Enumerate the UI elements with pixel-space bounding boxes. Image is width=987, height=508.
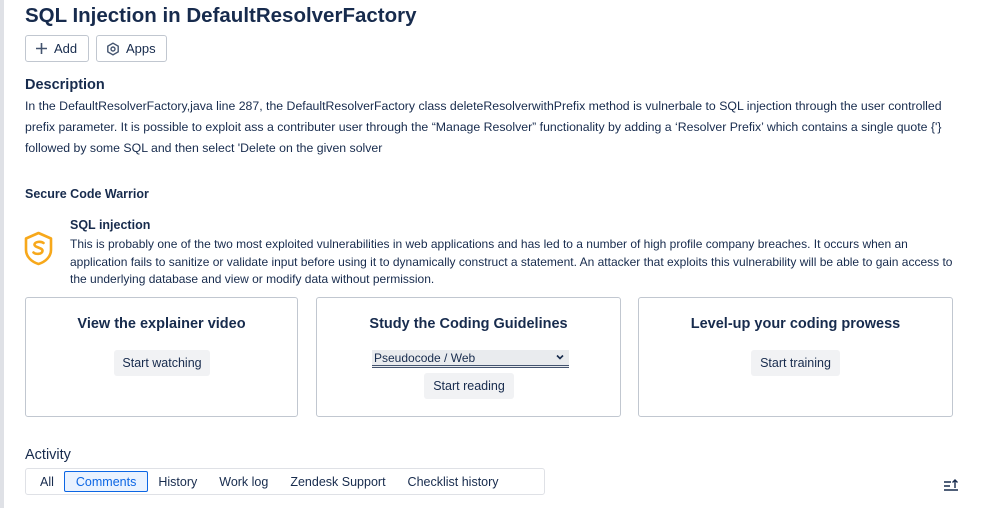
tab-all[interactable]: All xyxy=(28,471,66,492)
tab-work-log[interactable]: Work log xyxy=(207,471,280,492)
description-body[interactable]: In the DefaultResolverFactory,java line … xyxy=(25,96,955,159)
tab-checklist-history[interactable]: Checklist history xyxy=(396,471,511,492)
scw-heading: Secure Code Warrior xyxy=(25,187,149,201)
sort-icon[interactable] xyxy=(943,478,959,492)
add-button[interactable]: Add xyxy=(25,35,89,62)
apps-icon xyxy=(107,41,119,56)
card-level-up: Level-up your coding prowess Start train… xyxy=(638,297,953,417)
description-heading: Description xyxy=(25,77,105,93)
start-training-button[interactable]: Start training xyxy=(751,350,840,376)
plus-icon xyxy=(36,43,47,54)
scw-logo-icon xyxy=(24,231,53,266)
card-title: View the explainer video xyxy=(77,316,246,332)
add-button-label: Add xyxy=(54,41,78,56)
left-panel-edge xyxy=(0,0,4,508)
scw-vuln-text: This is probably one of the two most exp… xyxy=(70,237,953,286)
guidelines-language-select[interactable]: Pseudocode / Web xyxy=(372,350,569,368)
card-explainer-video: View the explainer video Start watching xyxy=(25,297,298,417)
card-title: Study the Coding Guidelines xyxy=(369,316,568,332)
card-coding-guidelines: Study the Coding Guidelines Pseudocode /… xyxy=(316,297,621,417)
chevron-down-icon xyxy=(556,354,564,360)
apps-button[interactable]: Apps xyxy=(96,35,167,62)
tab-zendesk-support[interactable]: Zendesk Support xyxy=(278,471,397,492)
issue-title[interactable]: SQL Injection in DefaultResolverFactory xyxy=(25,4,417,28)
select-value: Pseudocode / Web xyxy=(374,350,476,365)
activity-tabs: All Comments History Work log Zendesk Su… xyxy=(25,468,545,495)
tab-history[interactable]: History xyxy=(146,471,209,492)
start-watching-button[interactable]: Start watching xyxy=(114,350,210,376)
card-title: Level-up your coding prowess xyxy=(690,316,901,332)
scw-vuln-title[interactable]: SQL injection xyxy=(70,218,150,232)
activity-heading: Activity xyxy=(25,447,71,463)
apps-button-label: Apps xyxy=(126,41,156,56)
start-reading-button[interactable]: Start reading xyxy=(424,373,514,399)
tab-comments[interactable]: Comments xyxy=(63,471,149,492)
